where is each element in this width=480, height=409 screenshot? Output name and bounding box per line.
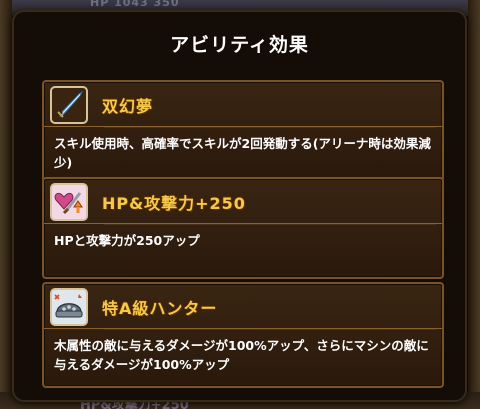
ability-card-header: HP&攻撃力+250	[44, 179, 442, 225]
ability-card: 特A級ハンター 木属性の敵に与えるダメージが100%アップ、さらにマシンの敵に与…	[42, 282, 444, 388]
ability-effect-dialog[interactable]: アビリティ効果 双幻夢 スキル使用時、高確率でスキルが2回発動する(アリーナ時は…	[12, 10, 467, 402]
ability-name: HP&攻撃力+250	[102, 194, 246, 213]
ability-card-header: 特A級ハンター	[44, 284, 442, 330]
dialog-title: アビリティ効果	[170, 34, 309, 56]
ability-card-header: 双幻夢	[44, 82, 442, 128]
ability-name: 双幻夢	[102, 97, 154, 116]
background-frame-right	[468, 0, 480, 409]
ability-name: 特A級ハンター	[102, 299, 218, 318]
heart-sword-up-icon	[50, 183, 88, 221]
background-hp-text: HP 1043 350	[90, 0, 180, 9]
ability-description: 木属性の敵に与えるダメージが100%アップ、さらにマシンの敵に与えるダメージが1…	[54, 338, 429, 372]
ability-description: スキル使用時、高確率でスキルが2回発動する(アリーナ時は効果減少)	[54, 136, 431, 170]
ability-card: HP&攻撃力+250 HPと攻撃力が250アップ	[42, 177, 444, 279]
ability-card: 双幻夢 スキル使用時、高確率でスキルが2回発動する(アリーナ時は効果減少)	[42, 80, 444, 182]
sword-icon	[50, 86, 88, 124]
ability-description: HPと攻撃力が250アップ	[54, 233, 200, 248]
background-frame-left	[0, 0, 12, 409]
hunter-helmet-icon	[50, 288, 88, 326]
